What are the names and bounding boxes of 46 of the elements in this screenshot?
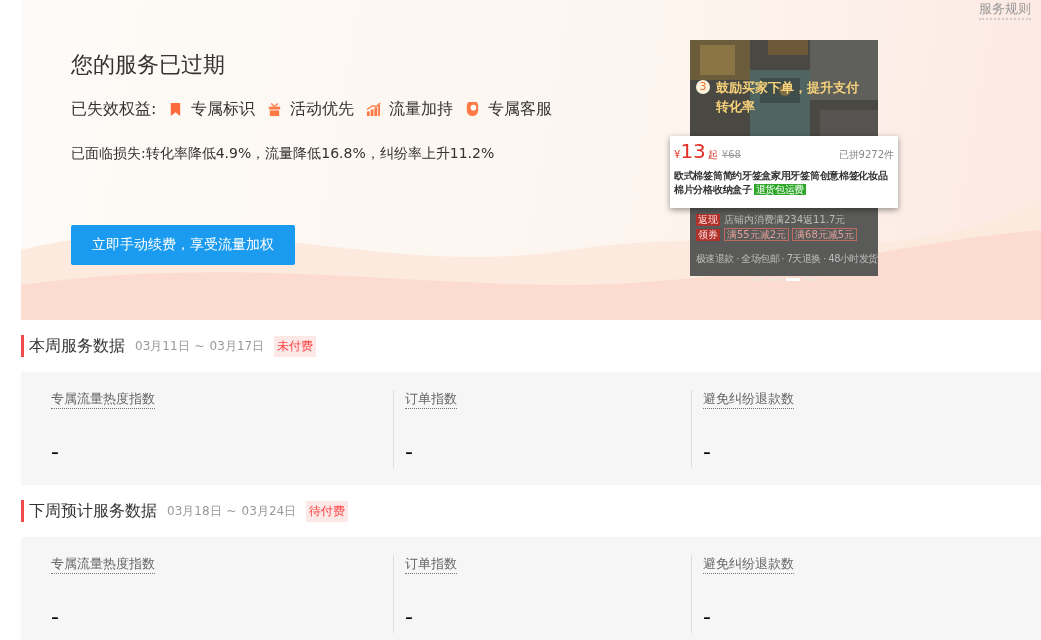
product-price: ¥13	[674, 140, 706, 165]
loss-text: 已面临损失:转化率降低4.9%，流量降低16.8%，纠纷率上升11.2%	[71, 144, 495, 163]
metric-label: 专属流量热度指数	[51, 555, 155, 574]
metric-label: 避免纠纷退款数	[703, 390, 794, 409]
metric-value: -	[405, 439, 413, 465]
coupon-chip: 满55元减2元	[724, 228, 790, 241]
metric-value: -	[703, 439, 711, 465]
cashback-text: 店铺内消费满234返11.7元	[724, 212, 846, 227]
rules-link[interactable]: 服务规则	[979, 0, 1031, 20]
shipping-tag: 退货包运费	[753, 184, 807, 195]
coupon-chip: 满68元减5元	[792, 228, 858, 241]
cashback-tag: 返现	[696, 213, 720, 226]
date-end: 03月24日	[241, 502, 297, 520]
date-separator: ~	[194, 339, 205, 353]
hero-title: 您的服务已过期	[71, 51, 226, 79]
metric-value: -	[51, 604, 59, 630]
section-title: 下周预计服务数据	[29, 500, 157, 522]
bar-chart-icon	[366, 101, 382, 117]
metric-label: 避免纠纷退款数	[703, 555, 794, 574]
section-title: 本周服务数据	[29, 335, 125, 357]
promo-caption: 鼓励买家下单，提升支付转化率	[716, 79, 860, 116]
benefit-label: 流量加持	[389, 98, 454, 120]
date-start: 03月11日	[135, 337, 190, 355]
metric-value: -	[405, 604, 413, 630]
metric-label: 订单指数	[405, 555, 457, 574]
status-tag: 未付费	[274, 335, 317, 357]
date-start: 03月18日	[167, 502, 222, 520]
status-tag: 待付费	[306, 500, 349, 522]
original-price: ¥68	[721, 149, 741, 160]
metric-value: -	[703, 604, 711, 630]
metric-label: 专属流量热度指数	[51, 390, 155, 409]
date-separator: ~	[226, 504, 237, 518]
service-list: 极速退款 · 全场包邮 · 7天退换 · 48小时发货	[696, 252, 876, 266]
benefit-label: 专属客服	[488, 98, 553, 120]
benefit-label: 活动优先	[290, 98, 355, 120]
renew-button[interactable]: 立即手动续费，享受流量加权	[71, 225, 295, 265]
gift-icon	[267, 101, 283, 117]
sold-count: 已拼9272件	[838, 148, 894, 162]
metric-label: 订单指数	[405, 390, 457, 409]
date-end: 03月17日	[209, 337, 265, 355]
coupon-tag: 领券	[696, 228, 720, 241]
product-title: 欧式棉签筒简约牙签盒家用牙签筒创意棉签化妆品棉片分格收纳盒子 退货包运费	[674, 169, 889, 197]
benefits-label: 已失效权益:	[71, 98, 157, 120]
price-suffix: 起	[707, 148, 718, 162]
benefit-label: 专属标识	[191, 98, 256, 120]
metric-value: -	[51, 439, 59, 465]
